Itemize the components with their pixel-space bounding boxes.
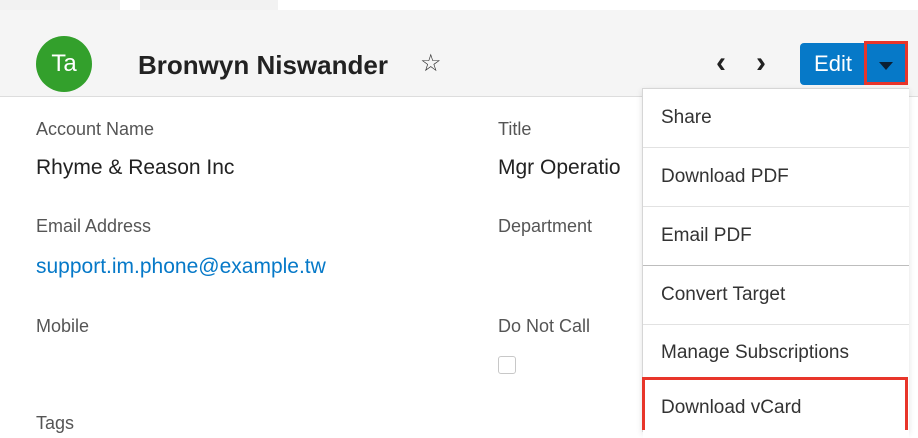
menu-item-share[interactable]: Share [643, 89, 909, 146]
record-name: Bronwyn Niswander [138, 50, 388, 80]
email-label: Email Address [36, 216, 152, 236]
account-name-label: Account Name [36, 119, 155, 139]
account-name-value: Rhyme & Reason Inc [36, 156, 235, 179]
top-tab [140, 0, 278, 10]
avatar: Ta [36, 36, 92, 92]
menu-item-manage-subscriptions[interactable]: Manage Subscriptions [643, 325, 909, 382]
do-not-call-checkbox[interactable] [498, 356, 516, 374]
title-label: Title [498, 119, 532, 139]
title-value: Mgr Operatio [498, 156, 621, 179]
dropdown-highlight-box [864, 41, 908, 85]
favorite-star-icon[interactable]: ☆ [420, 49, 442, 78]
top-tab [0, 0, 120, 10]
download-vcard-highlight-box [642, 377, 908, 430]
email-link[interactable]: support.im.phone@example.tw [36, 255, 326, 279]
tags-label: Tags [36, 413, 75, 433]
previous-record-button[interactable]: ‹ [716, 48, 726, 78]
next-record-button[interactable]: › [756, 48, 766, 78]
top-strip [0, 0, 918, 10]
menu-item-convert-target[interactable]: Convert Target [643, 266, 909, 323]
do-not-call-label: Do Not Call [498, 316, 591, 336]
record-header: Ta Bronwyn Niswander ☆ ‹ › Edit [0, 10, 918, 97]
menu-item-email-pdf[interactable]: Email PDF [643, 207, 909, 264]
menu-item-download-pdf[interactable]: Download PDF [643, 148, 909, 205]
mobile-label: Mobile [36, 316, 90, 336]
edit-button[interactable]: Edit [800, 43, 866, 85]
department-label: Department [498, 216, 593, 236]
